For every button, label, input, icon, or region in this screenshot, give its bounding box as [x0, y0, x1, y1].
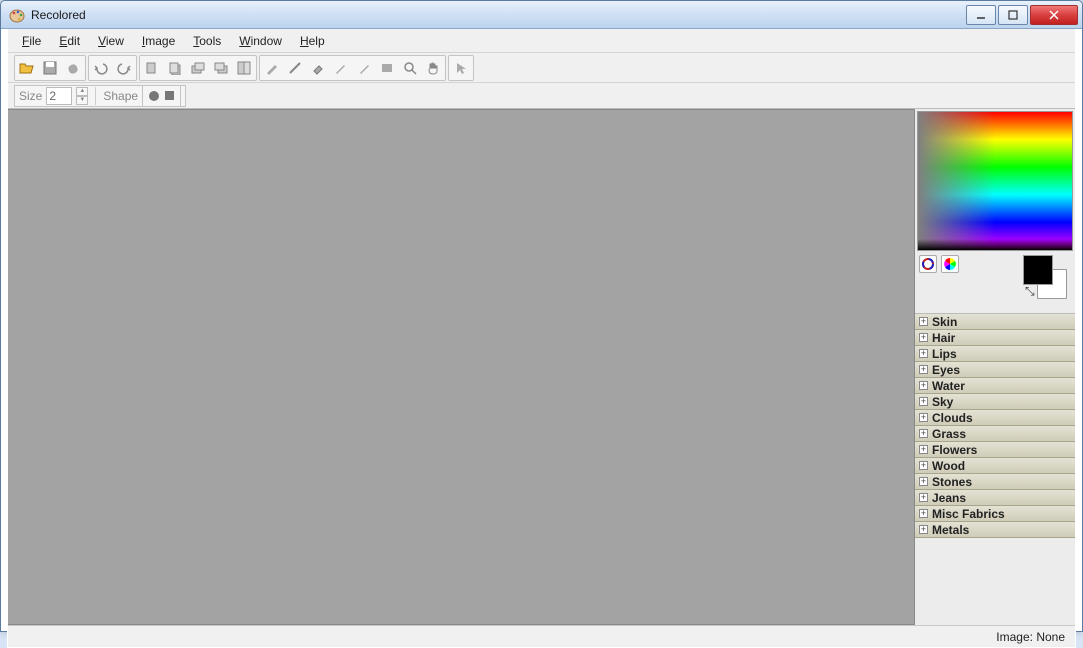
size-up-button[interactable]: ▲: [76, 87, 88, 96]
app-icon: [9, 7, 25, 23]
expand-icon[interactable]: +: [919, 477, 928, 486]
category-jeans[interactable]: + Jeans: [915, 490, 1075, 506]
color-wheel-icon[interactable]: [941, 255, 959, 273]
expand-icon[interactable]: +: [919, 317, 928, 326]
category-label: Sky: [932, 395, 953, 409]
category-misc-fabrics[interactable]: + Misc Fabrics: [915, 506, 1075, 522]
color-picker-panel: ⤡: [915, 109, 1075, 309]
open-icon[interactable]: [16, 57, 38, 79]
hand-icon[interactable]: [422, 57, 444, 79]
category-list: + Skin + Hair + Lips + Eyes + Water + Sky + Clouds + Gr…: [915, 313, 1075, 625]
swap-colors-icon[interactable]: ⤡: [1025, 284, 1035, 299]
category-metals[interactable]: + Metals: [915, 522, 1075, 538]
menu-view[interactable]: View: [90, 32, 132, 50]
expand-icon[interactable]: +: [919, 333, 928, 342]
category-label: Metals: [932, 523, 969, 537]
expand-icon[interactable]: +: [919, 381, 928, 390]
category-label: Jeans: [932, 491, 966, 505]
menu-file[interactable]: File: [14, 32, 49, 50]
expand-icon[interactable]: +: [919, 509, 928, 518]
expand-icon[interactable]: +: [919, 349, 928, 358]
category-label: Stones: [932, 475, 972, 489]
menu-edit[interactable]: Edit: [51, 32, 88, 50]
shape-square-icon[interactable]: [165, 91, 174, 100]
size-label: Size: [19, 89, 42, 103]
statusbar: Image: None: [8, 625, 1075, 647]
toolbar: [8, 53, 1075, 83]
expand-icon[interactable]: +: [919, 413, 928, 422]
expand-icon[interactable]: +: [919, 365, 928, 374]
copy-icon[interactable]: [141, 57, 163, 79]
stack2-icon[interactable]: [210, 57, 232, 79]
hsv-wheel-icon[interactable]: [919, 255, 937, 273]
category-label: Hair: [932, 331, 955, 345]
blob-icon[interactable]: [62, 57, 84, 79]
foreground-color-swatch[interactable]: [1023, 255, 1053, 285]
menu-image[interactable]: Image: [134, 32, 183, 50]
category-label: Flowers: [932, 443, 977, 457]
pointer-icon[interactable]: [450, 57, 472, 79]
category-wood[interactable]: + Wood: [915, 458, 1075, 474]
category-grass[interactable]: + Grass: [915, 426, 1075, 442]
category-label: Water: [932, 379, 965, 393]
sidebar: ⤡ +Skin+Hair+Lips+Eyes+Water+Sky+Clouds+…: [915, 109, 1075, 625]
category-label: Eyes: [932, 363, 960, 377]
paste-icon[interactable]: [164, 57, 186, 79]
stack3-icon[interactable]: [233, 57, 255, 79]
menu-tools[interactable]: Tools: [185, 32, 229, 50]
category-label: Misc Fabrics: [932, 507, 1005, 521]
expand-icon[interactable]: +: [919, 397, 928, 406]
app-window: Recolored File Edit View Image Tools Win…: [0, 0, 1083, 632]
category-label: Wood: [932, 459, 965, 473]
pencil-icon[interactable]: [261, 57, 283, 79]
rect-icon[interactable]: [376, 57, 398, 79]
category-skin[interactable]: + Skin: [915, 314, 1075, 330]
shape-label: Shape: [103, 89, 138, 103]
category-lips[interactable]: + Lips: [915, 346, 1075, 362]
menu-window[interactable]: Window: [231, 32, 290, 50]
stack1-icon[interactable]: [187, 57, 209, 79]
menubar: File Edit View Image Tools Window Help: [8, 29, 1075, 53]
expand-icon[interactable]: +: [919, 445, 928, 454]
line-icon[interactable]: [284, 57, 306, 79]
category-sky[interactable]: + Sky: [915, 394, 1075, 410]
category-clouds[interactable]: + Clouds: [915, 410, 1075, 426]
save-icon[interactable]: [39, 57, 61, 79]
redo-icon[interactable]: [113, 57, 135, 79]
maximize-button[interactable]: [998, 5, 1028, 25]
category-hair[interactable]: + Hair: [915, 330, 1075, 346]
category-label: Lips: [932, 347, 957, 361]
color-spectrum[interactable]: [917, 111, 1073, 251]
eraser-icon[interactable]: [307, 57, 329, 79]
expand-icon[interactable]: +: [919, 461, 928, 470]
expand-icon[interactable]: +: [919, 493, 928, 502]
close-button[interactable]: [1030, 5, 1078, 25]
category-flowers[interactable]: + Flowers: [915, 442, 1075, 458]
size-input[interactable]: [46, 87, 72, 105]
undo-icon[interactable]: [90, 57, 112, 79]
brush-icon[interactable]: [330, 57, 352, 79]
category-label: Clouds: [932, 411, 973, 425]
category-eyes[interactable]: + Eyes: [915, 362, 1075, 378]
menu-help[interactable]: Help: [292, 32, 333, 50]
category-stones[interactable]: + Stones: [915, 474, 1075, 490]
expand-icon[interactable]: +: [919, 525, 928, 534]
pen-icon[interactable]: [353, 57, 375, 79]
shape-circle-icon[interactable]: [149, 91, 159, 101]
window-title: Recolored: [31, 8, 964, 22]
zoom-icon[interactable]: [399, 57, 421, 79]
expand-icon[interactable]: +: [919, 429, 928, 438]
size-down-button[interactable]: ▼: [76, 96, 88, 105]
minimize-button[interactable]: [966, 5, 996, 25]
canvas-area[interactable]: [8, 109, 915, 625]
category-label: Skin: [932, 315, 957, 329]
category-water[interactable]: + Water: [915, 378, 1075, 394]
options-bar: Size ▲ ▼ Shape: [8, 83, 1075, 109]
category-label: Grass: [932, 427, 966, 441]
titlebar[interactable]: Recolored: [1, 1, 1082, 29]
